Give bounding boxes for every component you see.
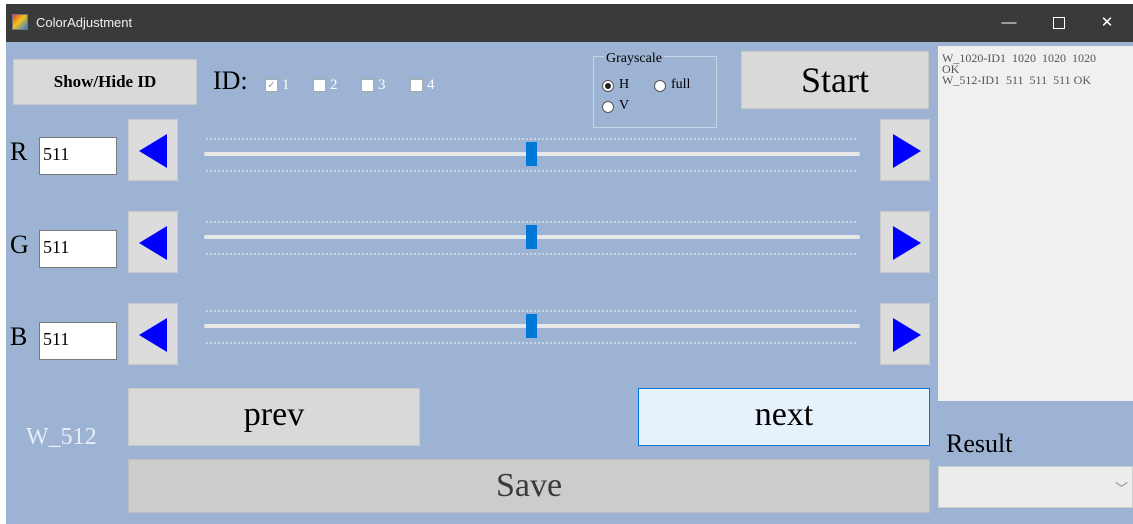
app-icon: [12, 14, 28, 30]
channel-label-b: B: [10, 322, 28, 351]
title-bar: ColorAdjustment — ✕: [6, 4, 1133, 42]
chevron-down-icon: ﹀: [1114, 482, 1128, 497]
maximize-icon: [1053, 17, 1065, 30]
channel-label-g: G: [10, 230, 29, 259]
close-button[interactable]: ✕: [1084, 4, 1130, 42]
grayscale-radio-h-label: H: [619, 77, 630, 92]
grayscale-radio-full[interactable]: [654, 80, 666, 92]
channel-label-r: R: [10, 137, 28, 166]
right-arrow-icon: [893, 134, 921, 168]
current-pattern-label: W_512: [26, 424, 97, 450]
grayscale-radio-v[interactable]: [602, 101, 614, 113]
slider-thumb[interactable]: [526, 314, 537, 338]
grayscale-title: Grayscale: [604, 51, 664, 67]
window-title: ColorAdjustment: [36, 15, 133, 30]
slider-ticks: [206, 138, 856, 140]
g-slider[interactable]: [204, 216, 860, 258]
close-icon: ✕: [1100, 14, 1114, 31]
left-arrow-icon: [139, 134, 167, 168]
slider-ticks: [206, 342, 856, 344]
g-value-input[interactable]: 511: [39, 230, 117, 268]
log-textbox[interactable]: W_1020-ID1 1020 1020 1020 OK W_512-ID1 5…: [938, 46, 1133, 401]
radio-selected-dot: [605, 83, 611, 89]
b-decrease-button[interactable]: [128, 303, 178, 365]
start-button[interactable]: Start: [741, 51, 929, 109]
r-slider[interactable]: [204, 133, 860, 175]
id-checkbox-1[interactable]: ✓: [265, 79, 278, 92]
right-arrow-icon: [893, 226, 921, 260]
g-increase-button[interactable]: [880, 211, 930, 273]
id-checkbox-3[interactable]: [361, 79, 374, 92]
slider-thumb[interactable]: [526, 142, 537, 166]
minimize-button[interactable]: —: [986, 4, 1032, 42]
maximize-button[interactable]: [1036, 4, 1082, 42]
right-arrow-icon: [893, 318, 921, 352]
slider-ticks: [206, 170, 856, 172]
minimize-icon: —: [1001, 14, 1017, 31]
r-increase-button[interactable]: [880, 119, 930, 181]
result-label: Result: [946, 429, 1013, 458]
r-value-input[interactable]: 511: [39, 137, 117, 175]
slider-thumb[interactable]: [526, 225, 537, 249]
id-checkbox-1-label: 1: [282, 77, 290, 93]
slider-ticks: [206, 221, 856, 223]
id-checkbox-2-label: 2: [330, 77, 338, 93]
grayscale-radio-h[interactable]: [602, 80, 614, 92]
next-button[interactable]: next: [638, 388, 930, 446]
grayscale-radio-v-label: V: [619, 98, 630, 113]
log-line: W_1020-ID1 1020 1020 1020: [942, 51, 1096, 65]
id-checkbox-4-label: 4: [427, 77, 435, 93]
b-increase-button[interactable]: [880, 303, 930, 365]
save-button[interactable]: Save: [128, 459, 930, 513]
b-slider[interactable]: [204, 305, 860, 347]
left-arrow-icon: [139, 226, 167, 260]
grayscale-radio-full-label: full: [671, 77, 691, 92]
prev-button[interactable]: prev: [128, 388, 420, 446]
color-adjustment-window: ColorAdjustment — ✕ Show/Hide ID ID: ✓ 1…: [6, 4, 1133, 524]
b-value-input[interactable]: 511: [39, 322, 117, 360]
id-checkbox-4[interactable]: [410, 79, 423, 92]
result-dropdown[interactable]: ﹀: [938, 466, 1133, 508]
id-checkbox-3-label: 3: [378, 77, 386, 93]
slider-ticks: [206, 310, 856, 312]
slider-ticks: [206, 253, 856, 255]
grayscale-group: Grayscale H full V: [593, 51, 717, 128]
g-decrease-button[interactable]: [128, 211, 178, 273]
r-decrease-button[interactable]: [128, 119, 178, 181]
log-line: W_512-ID1 511 511 511 OK: [942, 73, 1091, 87]
left-arrow-icon: [139, 318, 167, 352]
id-label: ID:: [213, 66, 248, 95]
id-checkbox-2[interactable]: [313, 79, 326, 92]
show-hide-id-button[interactable]: Show/Hide ID: [13, 59, 197, 105]
